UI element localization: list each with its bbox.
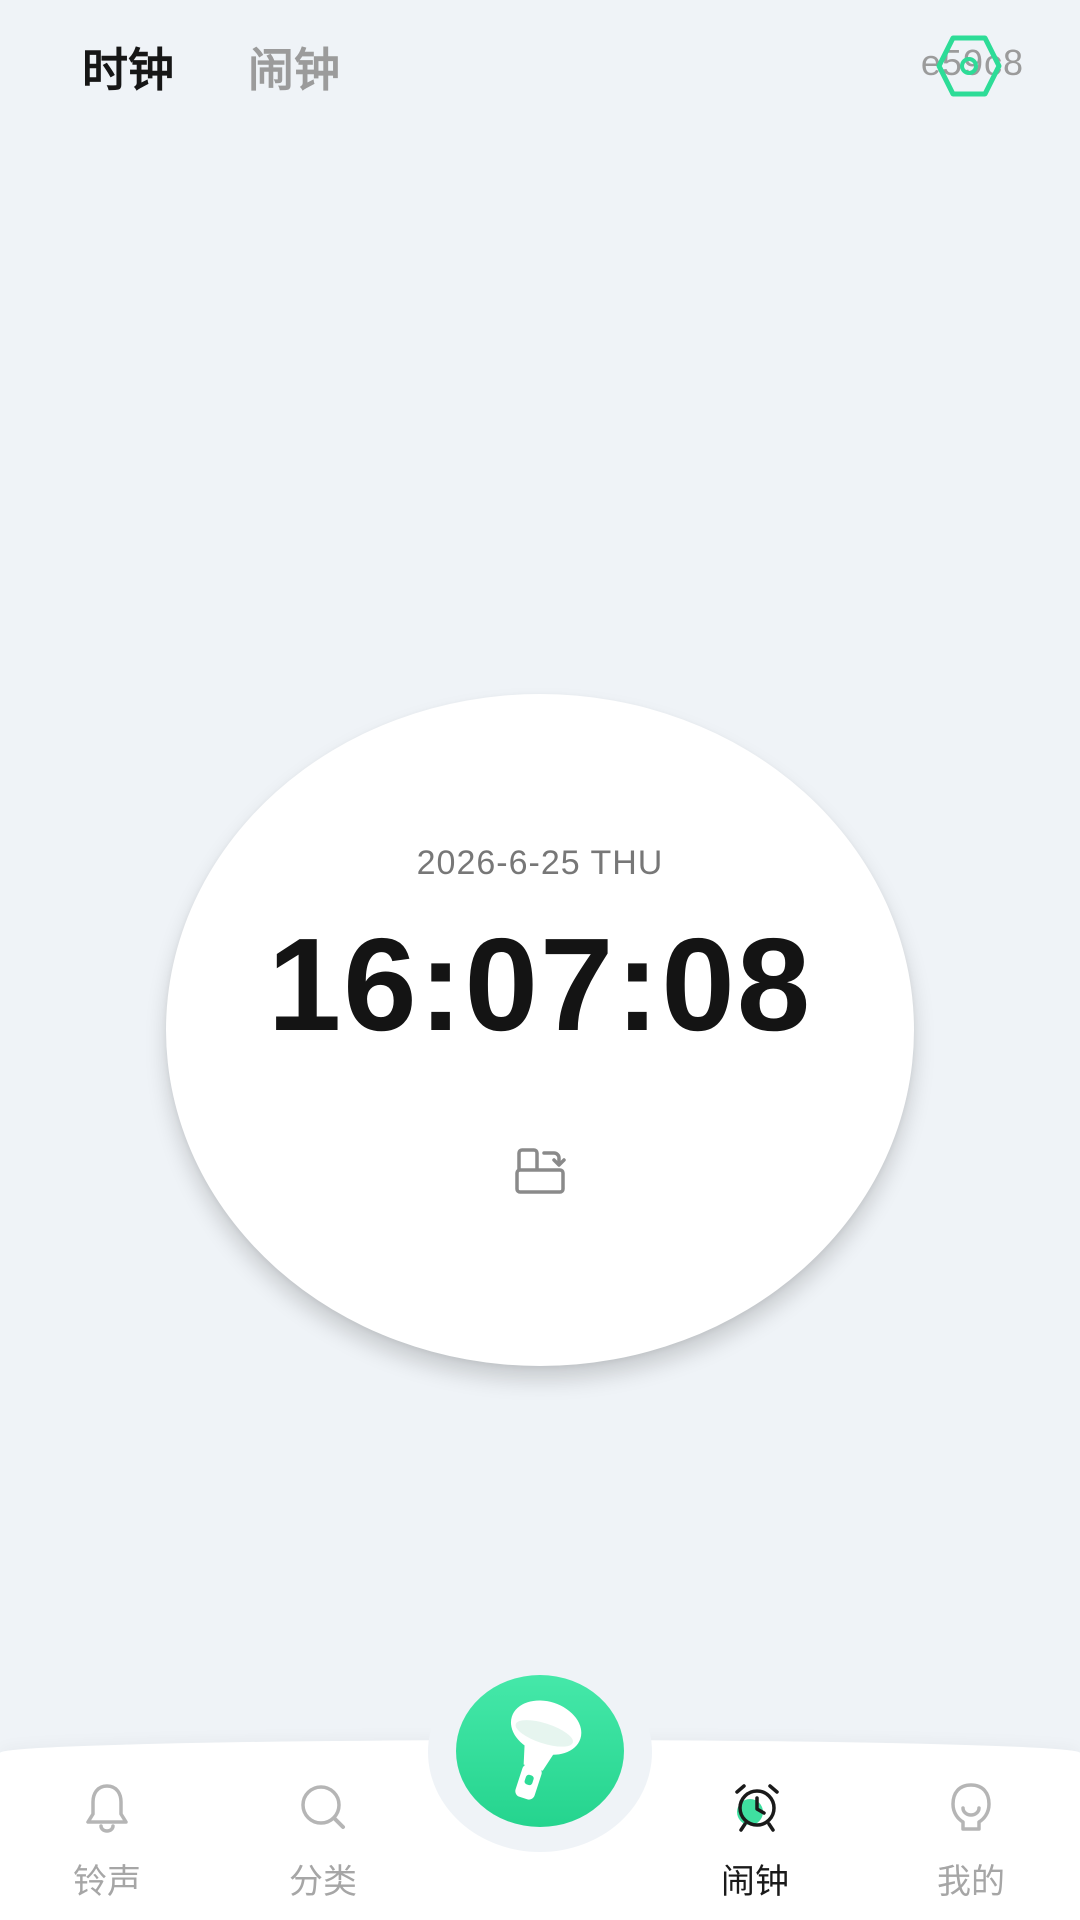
bell-icon — [86, 1784, 128, 1833]
top-right-badge[interactable]: e59c8 — [894, 34, 1024, 98]
nav-item-alarm[interactable]: 闹钟 — [680, 1774, 830, 1910]
clock-date: 2026-6-25 THU — [416, 844, 664, 882]
nav-item-category[interactable]: 分类 — [248, 1774, 398, 1910]
clock-card: 2026-6-25 THU 16:07:08 — [166, 694, 914, 1366]
flashlight-icon — [510, 1700, 582, 1800]
tab-alarm[interactable]: 闹钟 — [248, 38, 340, 102]
nav-label-alarm: 闹钟 — [721, 1862, 789, 1902]
alarm-clock-icon — [735, 1784, 779, 1832]
nav-label-ringtone: 铃声 — [73, 1862, 141, 1902]
profile-icon — [951, 1783, 991, 1831]
rotate-screen-icon[interactable] — [514, 1146, 566, 1196]
nav-item-ringtone[interactable]: 铃声 — [32, 1774, 182, 1910]
nav-item-mine[interactable]: 我的 — [896, 1774, 1046, 1910]
hexagon-badge-icon — [936, 35, 1002, 97]
nav-label-category: 分类 — [289, 1862, 357, 1902]
flashlight-button[interactable] — [456, 1675, 624, 1827]
clock-time: 16:07:08 — [267, 911, 813, 1058]
top-tab-bar: 时钟 闹钟 — [82, 38, 340, 102]
tab-clock[interactable]: 时钟 — [82, 38, 174, 102]
search-icon — [301, 1785, 345, 1829]
nav-label-mine: 我的 — [937, 1862, 1005, 1902]
